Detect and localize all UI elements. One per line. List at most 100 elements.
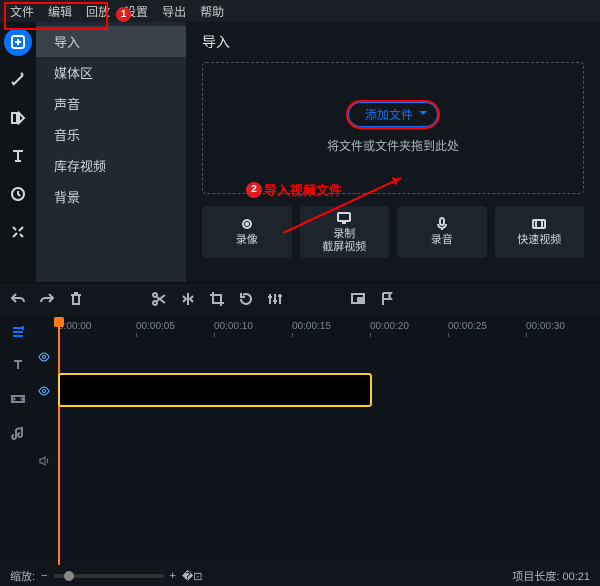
zoom-in[interactable]: +: [170, 570, 176, 582]
crop-icon: [209, 291, 224, 306]
side-item-stockvideo[interactable]: 库存视频: [36, 150, 186, 181]
zoom-slider[interactable]: [54, 574, 164, 578]
transition-icon: [10, 110, 26, 126]
trash-icon: [68, 291, 83, 306]
rail-text[interactable]: [4, 142, 32, 170]
card-record[interactable]: 录像: [202, 206, 292, 258]
zoom-fit[interactable]: �⊡: [182, 570, 203, 583]
annotation-badge-2: 2: [246, 182, 262, 198]
track-video[interactable]: [6, 387, 30, 411]
split-button[interactable]: [180, 291, 195, 309]
track-add[interactable]: [6, 319, 30, 343]
plus-box-icon: [10, 34, 26, 50]
pip-icon: [350, 291, 365, 306]
timeline-toolbar: [0, 282, 600, 317]
add-files-button[interactable]: 添加文件: [348, 102, 438, 127]
ruler-tick: 00:00:30: [526, 321, 565, 332]
ruler-tick: 00:00:25: [448, 321, 487, 332]
main-panel: 导入 添加文件 将文件或文件夹拖到此处 2 导入视频文件 录像 录制 截屏视频: [186, 22, 600, 282]
rotate-button[interactable]: [238, 291, 253, 309]
timeline: 0:00:00 00:00:05 00:00:10 00:00:15 00:00…: [0, 317, 600, 565]
ruler-tick: 00:00:20: [370, 321, 409, 332]
menu-help[interactable]: 帮助: [194, 1, 230, 22]
zoom-out[interactable]: −: [41, 570, 47, 582]
tracks-area[interactable]: 0:00:00 00:00:05 00:00:10 00:00:15 00:00…: [36, 317, 600, 565]
side-item-music[interactable]: 音乐: [36, 119, 186, 150]
rail-transitions[interactable]: [4, 104, 32, 132]
adjust-button[interactable]: [267, 291, 282, 309]
tools-icon: [10, 224, 26, 240]
length-label: 项目长度:: [512, 571, 559, 583]
flag-icon: [379, 291, 394, 306]
marker-button[interactable]: [379, 291, 394, 309]
menu-file[interactable]: 文件: [4, 1, 40, 22]
redo-icon: [39, 291, 54, 306]
annotation-2: 2 导入视频文件: [246, 180, 342, 199]
card-quick[interactable]: 快速视频: [495, 206, 585, 258]
side-item-import[interactable]: 导入: [36, 26, 186, 57]
mic-icon: [434, 216, 450, 232]
film-icon: [531, 216, 547, 232]
undo-icon: [10, 291, 25, 306]
menu-export[interactable]: 导出: [156, 1, 192, 22]
eye-icon: [38, 385, 50, 397]
redo-button[interactable]: [39, 291, 54, 309]
sliders-icon: [267, 291, 282, 306]
status-bar: 缩放: − + �⊡ 项目长度: 00:21: [0, 565, 600, 586]
track-row-text[interactable]: [36, 343, 600, 373]
crop-button[interactable]: [209, 291, 224, 309]
annotation-text-2: 导入视频文件: [264, 180, 342, 199]
eye-icon: [38, 351, 50, 363]
tool-rail: [0, 22, 36, 282]
overlay-button[interactable]: [350, 291, 365, 309]
panel-title: 导入: [202, 32, 584, 52]
side-item-media[interactable]: 媒体区: [36, 57, 186, 88]
menubar: 文件 编辑 回放 设置 导出 帮助: [0, 0, 600, 22]
menu-edit[interactable]: 编辑: [42, 1, 78, 22]
visibility-toggle[interactable]: [38, 351, 50, 366]
card-audio[interactable]: 录音: [397, 206, 487, 258]
add-track-icon: [11, 324, 25, 338]
split-icon: [180, 291, 195, 306]
zoom-knob[interactable]: [64, 571, 74, 581]
wand-icon: [10, 72, 26, 88]
length-value: 00:21: [562, 571, 590, 583]
delete-button[interactable]: [68, 291, 83, 309]
side-panel: 导入 媒体区 声音 音乐 库存视频 背景 1: [36, 22, 186, 282]
import-cards: 录像 录制 截屏视频 录音 快速视频: [202, 206, 584, 258]
side-item-sound[interactable]: 声音: [36, 88, 186, 119]
menu-playback[interactable]: 回放: [80, 1, 116, 22]
video-track-icon: [11, 392, 25, 406]
track-row-audio[interactable]: [36, 447, 600, 477]
text-icon: [10, 148, 26, 164]
selected-clip[interactable]: [58, 373, 372, 407]
zoom-label: 缩放:: [10, 568, 35, 584]
track-text[interactable]: [6, 353, 30, 377]
card-label: 录制 截屏视频: [322, 228, 366, 254]
annotation-badge-1: 1: [116, 7, 131, 22]
drop-zone[interactable]: 添加文件 将文件或文件夹拖到此处: [202, 62, 584, 194]
undo-button[interactable]: [10, 291, 25, 309]
mute-toggle[interactable]: [38, 455, 50, 470]
time-ruler[interactable]: 0:00:00 00:00:05 00:00:10 00:00:15 00:00…: [36, 317, 600, 339]
project-length: 项目长度: 00:21: [512, 568, 590, 584]
side-item-background[interactable]: 背景: [36, 181, 186, 212]
track-audio[interactable]: [6, 421, 30, 445]
ruler-tick: 00:00:05: [136, 321, 175, 332]
ruler-tick: 00:00:10: [214, 321, 253, 332]
rail-time[interactable]: [4, 180, 32, 208]
visibility-toggle[interactable]: [38, 385, 50, 400]
ruler-tick: 00:00:15: [292, 321, 331, 332]
rail-effects[interactable]: [4, 66, 32, 94]
card-label: 录像: [236, 234, 258, 247]
text-track-icon: [11, 358, 25, 372]
card-screencap[interactable]: 录制 截屏视频: [300, 206, 390, 258]
track-rail: [0, 317, 36, 565]
drop-hint: 将文件或文件夹拖到此处: [327, 137, 459, 154]
audio-track-icon: [11, 426, 25, 440]
cut-button[interactable]: [151, 291, 166, 309]
rotate-icon: [238, 291, 253, 306]
rail-more[interactable]: [4, 218, 32, 246]
camera-icon: [239, 216, 255, 232]
rail-import[interactable]: [4, 28, 32, 56]
